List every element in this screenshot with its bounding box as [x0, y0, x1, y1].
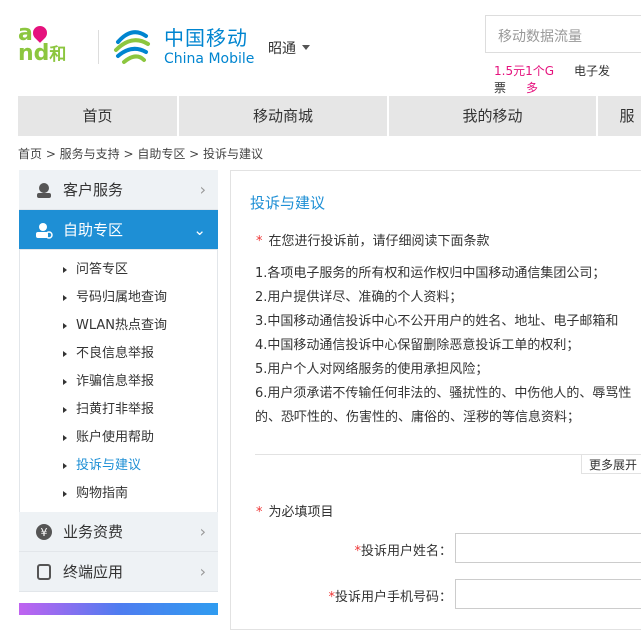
city-name: 昭通 — [268, 41, 296, 57]
china-mobile-logo-icon[interactable] — [110, 22, 154, 66]
submenu-item[interactable]: 诈骗信息举报 — [20, 368, 217, 396]
field-label-name: *投诉用户姓名： — [354, 544, 452, 559]
city-selector[interactable]: 昭通 — [268, 38, 310, 58]
submenu-item[interactable]: 问答专区 — [20, 256, 217, 284]
search-input[interactable]: 移动数据流量 — [485, 15, 641, 53]
yen-icon: ¥ — [35, 523, 53, 541]
submenu-item[interactable]: 购物指南 — [20, 480, 217, 508]
complainant-phone-input[interactable] — [455, 579, 641, 609]
sidebar-label: 终端应用 — [63, 563, 124, 581]
brand-cn: 中国移动 — [164, 26, 248, 50]
term-item: 2.用户提供详尽、准确的个人资料； — [255, 290, 463, 305]
chevron-down-icon: ⌄ — [193, 220, 206, 239]
sidebar-item-tariffs[interactable]: ¥ 业务资费 › — [19, 512, 218, 552]
term-item: 3.中国移动通信投诉中心不公开用户的姓名、地址、电子邮箱和 — [255, 314, 619, 329]
submenu-item[interactable]: 号码归属地查询 — [20, 284, 217, 312]
chevron-right-icon: › — [199, 180, 206, 199]
submenu-item[interactable]: 不良信息举报 — [20, 340, 217, 368]
sidebar: 客户服务 › 自助专区 ⌄ 问答专区 号码归属地查询 WLAN热点查询 不良信息举报… — [19, 170, 218, 592]
sidebar-item-devices[interactable]: 终端应用 › — [19, 552, 218, 592]
term-item: 1.各项电子服务的所有权和运作权归中国移动通信集团公司； — [255, 266, 606, 281]
sidebar-label: 自助专区 — [63, 221, 124, 239]
user-gear-icon — [35, 221, 53, 239]
required-star: * — [256, 505, 263, 520]
chevron-right-icon: › — [199, 522, 206, 541]
nav-service[interactable]: 服 — [598, 96, 641, 136]
more-link[interactable]: 多 — [526, 81, 538, 95]
submenu-item-active[interactable]: 投诉与建议 — [20, 452, 217, 480]
sidebar-item-self-service[interactable]: 自助专区 ⌄ — [19, 210, 218, 250]
nav-mall[interactable]: 移动商城 — [179, 96, 389, 136]
sidebar-submenu: 问答专区 号码归属地查询 WLAN热点查询 不良信息举报 诈骗信息举报 扫黄打非… — [19, 250, 218, 512]
breadcrumb: 首页 > 服务与支持 > 自助专区 > 投诉与建议 — [18, 147, 264, 161]
promo-link[interactable]: 1.5元1个G — [494, 64, 554, 78]
expand-more-button[interactable]: 更多展开 — [581, 454, 641, 474]
terms-list: 1.各项电子服务的所有权和运作权归中国移动通信集团公司； 2.用户提供详尽、准确… — [255, 262, 641, 430]
sidebar-label: 业务资费 — [63, 523, 124, 541]
promo-banner[interactable] — [19, 603, 218, 615]
notice-text: 在您进行投诉前，请仔细阅读下面条款 — [268, 234, 490, 249]
nav-my-mobile[interactable]: 我的移动 — [389, 96, 598, 136]
caret-down-icon — [302, 44, 310, 54]
required-note-text: 为必填项目 — [268, 505, 334, 520]
page-title: 投诉与建议 — [250, 194, 326, 212]
required-star: * — [256, 234, 263, 249]
customer-service-icon — [35, 181, 53, 199]
header-links: 1.5元1个G 电子发票多 — [494, 62, 641, 96]
term-item: 5.用户个人对网络服务的使用承担风险； — [255, 362, 489, 377]
nav-home[interactable]: 首页 — [18, 96, 179, 136]
and-logo[interactable]: a nd和 — [18, 23, 66, 66]
field-label-phone: *投诉用户手机号码： — [328, 590, 452, 605]
chevron-right-icon: › — [199, 562, 206, 581]
brand-en: China Mobile — [164, 51, 255, 67]
sidebar-item-customer-service[interactable]: 客户服务 › — [19, 170, 218, 210]
submenu-item[interactable]: WLAN热点查询 — [20, 312, 217, 340]
main-nav: 首页 移动商城 我的移动 服 — [18, 96, 641, 136]
complainant-name-input[interactable] — [455, 533, 641, 563]
submenu-item[interactable]: 扫黄打非举报 — [20, 396, 217, 424]
phone-icon — [35, 563, 53, 581]
required-note: * 为必填项目 — [256, 501, 334, 520]
sidebar-label: 客户服务 — [63, 181, 124, 199]
submenu-item[interactable]: 账户使用帮助 — [20, 424, 217, 452]
notice: * 在您进行投诉前，请仔细阅读下面条款 — [256, 230, 490, 249]
term-item: 4.中国移动通信投诉中心保留删除恶意投诉工单的权利； — [255, 338, 580, 353]
term-item: 6.用户须承诺不传输任何非法的、骚扰性的、中伤他人的、辱骂性的、恐吓性的、伤害性… — [255, 386, 632, 425]
china-mobile-brand[interactable]: 中国移动 China Mobile — [164, 26, 254, 68]
svg-text:¥: ¥ — [41, 526, 48, 539]
logo-divider — [98, 30, 99, 64]
